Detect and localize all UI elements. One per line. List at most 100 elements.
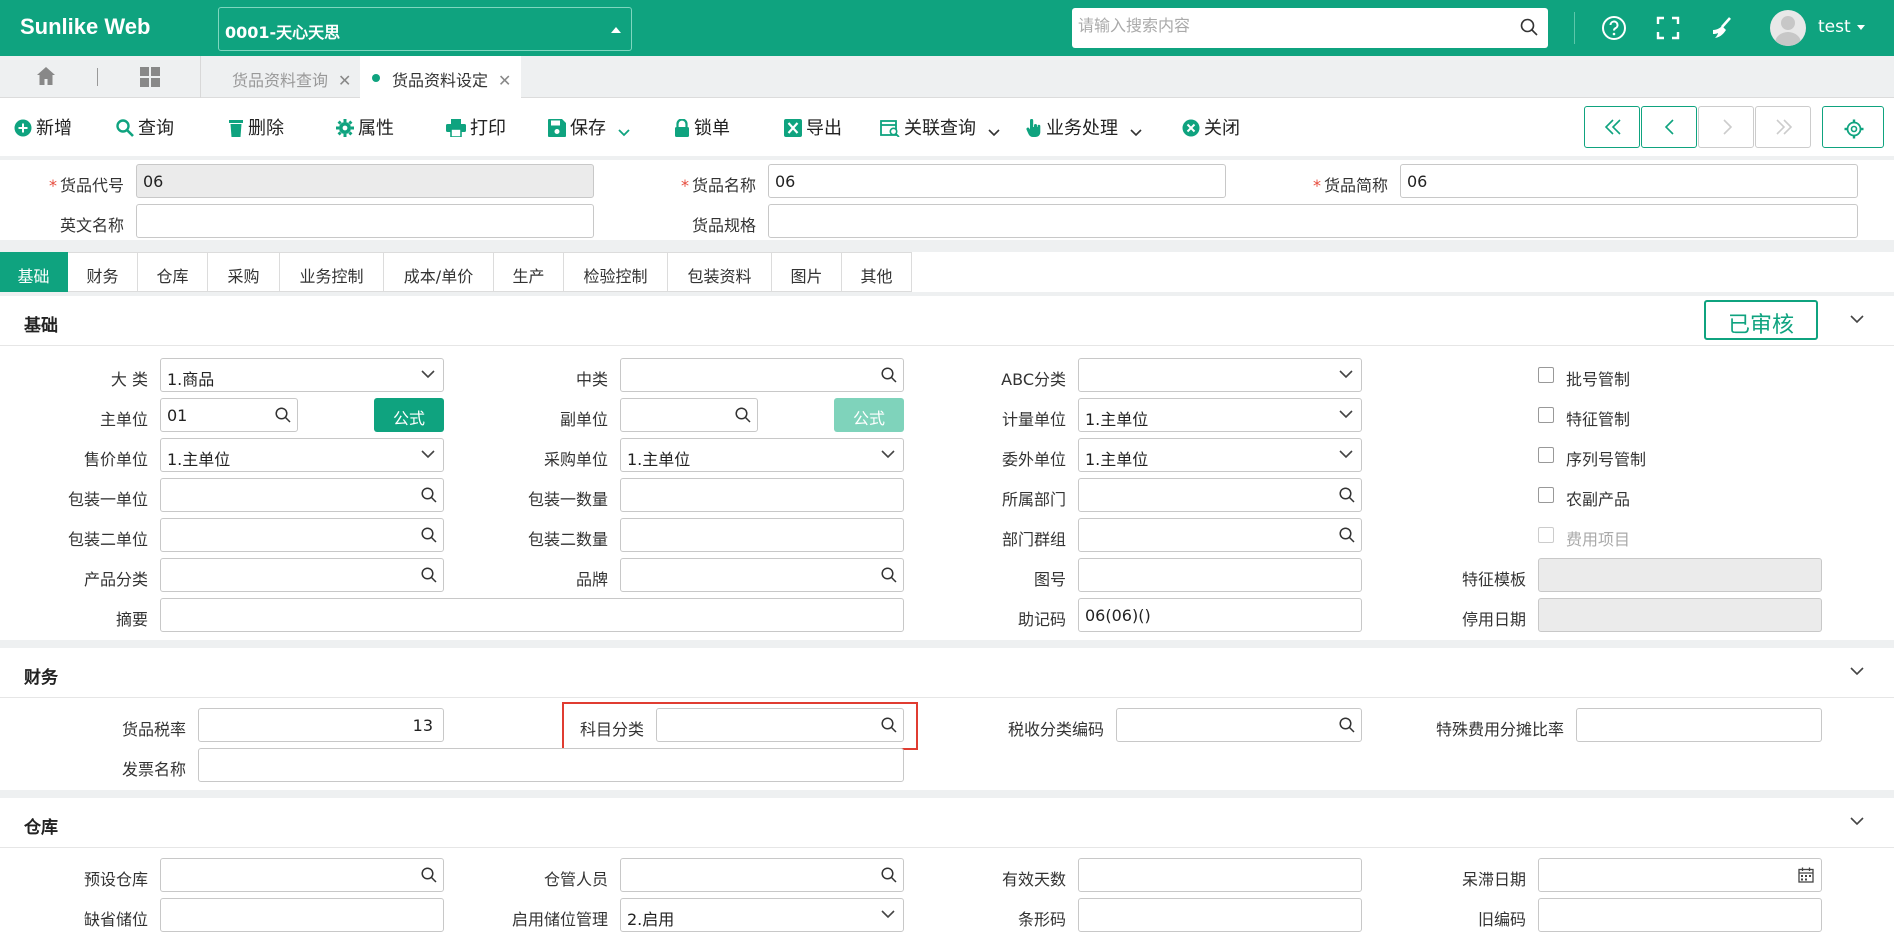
product-category-field[interactable] — [160, 558, 444, 592]
print-button[interactable]: 打印 — [446, 114, 506, 139]
fullscreen-icon[interactable] — [1654, 14, 1682, 42]
warehouse-section-header[interactable]: 仓库 — [0, 798, 1894, 848]
chevron-down-icon[interactable] — [1850, 667, 1864, 676]
goods-spec-field[interactable] — [768, 204, 1858, 238]
english-name-field[interactable] — [136, 204, 594, 238]
tab-finance[interactable]: 财务 — [68, 252, 138, 292]
tax-rate-field[interactable]: 13 — [198, 708, 444, 742]
finance-section-header[interactable]: 财务 — [0, 648, 1894, 698]
close-icon[interactable]: ✕ — [498, 71, 511, 90]
outsource-unit-select[interactable]: 1.主单位 — [1078, 438, 1362, 472]
tab-production[interactable]: 生产 — [494, 252, 564, 292]
sub-unit-field[interactable] — [620, 398, 758, 432]
apps-grid-icon[interactable] — [140, 67, 160, 87]
enable-location-select[interactable]: 2.启用 — [620, 898, 904, 932]
batch-control-checkbox[interactable] — [1538, 367, 1554, 383]
tab-images[interactable]: 图片 — [772, 252, 842, 292]
help-icon[interactable] — [1600, 14, 1628, 42]
chevron-down-icon[interactable] — [1850, 817, 1864, 826]
add-button[interactable]: 新增 — [14, 114, 72, 139]
barcode-field[interactable] — [1078, 898, 1362, 932]
special-rate-field[interactable] — [1576, 708, 1822, 742]
serial-control-checkbox[interactable] — [1538, 447, 1554, 463]
search-icon[interactable] — [275, 407, 291, 423]
tab-other[interactable]: 其他 — [842, 252, 912, 292]
mid-category-field[interactable] — [620, 358, 904, 392]
search-icon[interactable] — [1520, 18, 1538, 36]
chevron-down-icon[interactable] — [1130, 129, 1142, 137]
agri-product-checkbox[interactable] — [1538, 487, 1554, 503]
tab-purchase[interactable]: 采购 — [208, 252, 280, 292]
tab-warehouse[interactable]: 仓库 — [138, 252, 208, 292]
sub-unit-formula-button[interactable]: 公式 — [834, 398, 904, 432]
search-icon[interactable] — [421, 527, 437, 543]
business-button[interactable]: 业务处理 — [1026, 114, 1146, 139]
tab-packaging[interactable]: 包装资料 — [668, 252, 772, 292]
pack1-unit-field[interactable] — [160, 478, 444, 512]
save-button[interactable]: 保存 — [548, 114, 634, 139]
default-location-field[interactable] — [160, 898, 444, 932]
query-button[interactable]: 查询 — [116, 114, 174, 139]
department-field[interactable] — [1078, 478, 1362, 512]
clear-cache-icon[interactable] — [1708, 14, 1736, 42]
next-record-button[interactable] — [1698, 106, 1754, 148]
brand-field[interactable] — [620, 558, 904, 592]
sale-unit-select[interactable]: 1.主单位 — [160, 438, 444, 472]
search-icon[interactable] — [421, 867, 437, 883]
properties-button[interactable]: 属性 — [336, 114, 394, 139]
summary-field[interactable] — [160, 598, 904, 632]
invoice-name-field[interactable] — [198, 748, 904, 782]
search-icon[interactable] — [421, 567, 437, 583]
avatar[interactable] — [1770, 10, 1806, 46]
basic-section-header[interactable]: 基础 — [0, 296, 1894, 346]
drawing-no-field[interactable] — [1078, 558, 1362, 592]
valid-days-field[interactable] — [1078, 858, 1362, 892]
major-category-select[interactable]: 1.商品 — [160, 358, 444, 392]
chevron-down-icon[interactable] — [988, 129, 1000, 137]
last-record-button[interactable] — [1755, 106, 1811, 148]
search-input[interactable] — [1078, 16, 1498, 35]
goods-name-field[interactable]: 06 — [768, 164, 1226, 198]
search-icon[interactable] — [881, 567, 897, 583]
chevron-down-icon[interactable] — [1850, 315, 1864, 324]
export-button[interactable]: 导出 — [784, 114, 842, 139]
chevron-down-icon[interactable] — [618, 129, 630, 137]
tab-goods-query[interactable]: 货品资料查询 ✕ — [200, 56, 361, 98]
tab-goods-setup[interactable]: 货品资料设定 ✕ — [360, 56, 522, 98]
main-unit-field[interactable]: 01 — [160, 398, 298, 432]
search-icon[interactable] — [735, 407, 751, 423]
search-icon[interactable] — [1339, 717, 1355, 733]
related-query-button[interactable]: 关联查询 — [880, 114, 1004, 139]
purchase-unit-select[interactable]: 1.主单位 — [620, 438, 904, 472]
default-warehouse-field[interactable] — [160, 858, 444, 892]
calendar-icon[interactable] — [1798, 867, 1814, 883]
expense-item-checkbox[interactable] — [1538, 527, 1554, 543]
old-code-field[interactable] — [1538, 898, 1822, 932]
tab-inspection-control[interactable]: 检验控制 — [564, 252, 668, 292]
goods-short-name-field[interactable]: 06 — [1400, 164, 1858, 198]
warehouse-keeper-field[interactable] — [620, 858, 904, 892]
close-icon[interactable]: ✕ — [338, 71, 351, 90]
settings-button[interactable] — [1822, 106, 1884, 148]
stagnant-date-field[interactable] — [1538, 858, 1822, 892]
prev-record-button[interactable] — [1641, 106, 1697, 148]
tab-cost-price[interactable]: 成本/单价 — [384, 252, 494, 292]
search-icon[interactable] — [421, 487, 437, 503]
home-icon[interactable] — [36, 66, 56, 86]
pack2-qty-field[interactable] — [620, 518, 904, 552]
pack1-qty-field[interactable] — [620, 478, 904, 512]
global-search[interactable] — [1072, 8, 1548, 48]
feature-control-checkbox[interactable] — [1538, 407, 1554, 423]
goods-code-field[interactable]: 06 — [136, 164, 594, 198]
measure-unit-select[interactable]: 1.主单位 — [1078, 398, 1362, 432]
search-icon[interactable] — [881, 367, 897, 383]
search-icon[interactable] — [1339, 527, 1355, 543]
close-button[interactable]: 关闭 — [1182, 114, 1240, 139]
first-record-button[interactable] — [1584, 106, 1640, 148]
search-icon[interactable] — [881, 867, 897, 883]
delete-button[interactable]: 删除 — [228, 114, 284, 139]
tab-business-control[interactable]: 业务控制 — [280, 252, 384, 292]
tax-code-field[interactable] — [1116, 708, 1362, 742]
abc-category-select[interactable] — [1078, 358, 1362, 392]
account-select[interactable]: 0001-天心天思 — [218, 7, 632, 51]
